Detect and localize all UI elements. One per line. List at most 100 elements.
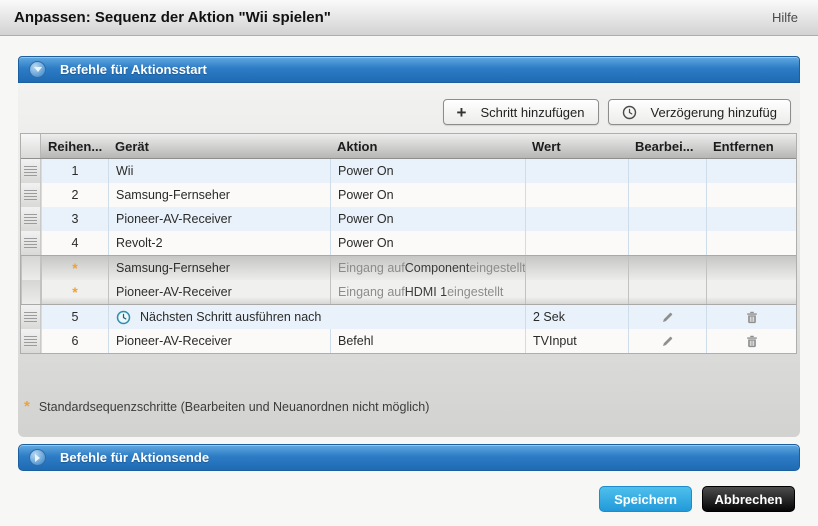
row-order: 4 [41,231,108,255]
action-suffix: eingestellt [447,285,503,299]
dialog-titlebar: Anpassen: Sequenz der Aktion "Wii spiele… [0,0,818,36]
action-prefix: Eingang auf [338,285,405,299]
row-device: Pioneer-AV-Receiver [108,207,330,231]
delete-button[interactable] [745,334,759,349]
chevron-right-icon [35,454,40,462]
section-header-action-start[interactable]: Befehle für Aktionsstart [18,56,800,83]
table-row-locked: * Pioneer-AV-Receiver Eingang auf HDMI 1… [21,280,796,305]
section-header-action-end[interactable]: Befehle für Aktionsende [18,444,800,471]
edit-button[interactable] [660,310,675,325]
column-header-value: Wert [525,134,628,158]
row-device: Pioneer-AV-Receiver [108,280,330,304]
table-row-delay: 5 Nächsten Schritt ausführen nach 2 Sek [21,305,796,329]
row-action: Befehl [330,329,525,353]
row-value [525,183,628,207]
table-row: 1 Wii Power On [21,159,796,183]
section-body: + Schritt hinzufügen Verzögerung hinzufü… [18,83,800,437]
row-action: Power On [330,207,525,231]
table-row-locked: * Samsung-Fernseher Eingang auf Componen… [21,255,796,280]
row-order: 3 [41,207,108,231]
row-value [525,207,628,231]
row-remove-cell [706,207,796,231]
action-suffix: eingestellt [469,261,525,275]
table-row: 4 Revolt-2 Power On [21,231,796,255]
row-order: 6 [41,329,108,353]
cancel-button[interactable]: Abbrechen [702,486,795,512]
row-value: 2 Sek [525,305,628,329]
footnote-text: Standardsequenzschritte (Bearbeiten und … [39,400,430,414]
row-order: 2 [41,183,108,207]
row-edit-cell [628,183,706,207]
row-edit-cell [628,256,706,280]
section-title: Befehle für Aktionsende [60,450,209,465]
row-device: Wii [108,159,330,183]
drag-grip-icon [24,336,37,347]
row-edit-cell [628,305,706,329]
table-row: 2 Samsung-Fernseher Power On [21,183,796,207]
row-edit-cell [628,280,706,304]
sequence-table: Reihen... Gerät Aktion Wert Bearbei... E… [20,133,797,354]
row-remove-cell [706,329,796,353]
expand-toggle-button[interactable] [29,449,46,466]
row-action: Power On [330,231,525,255]
row-remove-cell [706,231,796,255]
row-remove-cell [706,305,796,329]
row-device: Samsung-Fernseher [108,256,330,280]
action-value: HDMI 1 [405,285,447,299]
row-delay-label: Nächsten Schritt ausführen nach [108,305,525,329]
row-value: TVInput [525,329,628,353]
table-row: 6 Pioneer-AV-Receiver Befehl TVInput [21,329,796,353]
clock-icon [116,310,131,325]
drag-handle[interactable] [21,183,41,207]
chevron-down-icon [34,67,42,72]
drag-grip-icon [24,166,37,177]
add-delay-label: Verzögerung hinzufüg [651,105,777,120]
row-edit-cell [628,329,706,353]
column-header-device: Gerät [108,134,330,158]
footnote-star-icon: * [24,399,30,414]
action-value: Component [405,261,470,275]
column-header-remove: Entfernen [706,134,796,158]
row-action: Eingang auf Component eingestellt [330,256,525,280]
drag-grip-icon [24,238,37,249]
drag-handle-disabled [21,256,41,280]
drag-handle[interactable] [21,231,41,255]
dialog-title: Anpassen: Sequenz der Aktion "Wii spiele… [14,9,331,26]
dialog-footer: Speichern Abbrechen [599,486,795,512]
drag-handle[interactable] [21,207,41,231]
drag-handle[interactable] [21,305,41,329]
help-link[interactable]: Hilfe [772,10,798,25]
action-start-panel: Befehle für Aktionsstart + Schritt hinzu… [18,56,800,437]
row-edit-cell [628,231,706,255]
row-action: Power On [330,159,525,183]
column-header-action: Aktion [330,134,525,158]
add-step-button[interactable]: + Schritt hinzufügen [443,99,599,125]
column-header-order: Reihen... [41,134,108,158]
row-value [525,231,628,255]
row-action: Eingang auf HDMI 1 eingestellt [330,280,525,304]
row-device: Revolt-2 [108,231,330,255]
toolbar: + Schritt hinzufügen Verzögerung hinzufü… [18,83,800,133]
edit-button[interactable] [660,334,675,349]
column-header-drag [21,134,41,158]
clock-icon [622,105,637,120]
action-prefix: Eingang auf [338,261,405,275]
star-icon: * [72,261,77,275]
save-button[interactable]: Speichern [599,486,692,512]
drag-handle[interactable] [21,159,41,183]
table-header-row: Reihen... Gerät Aktion Wert Bearbei... E… [21,134,796,159]
row-order: 1 [41,159,108,183]
delay-label-text: Nächsten Schritt ausführen nach [140,310,321,324]
row-order: * [41,280,108,304]
row-remove-cell [706,183,796,207]
row-order: 5 [41,305,108,329]
add-delay-button[interactable]: Verzögerung hinzufüg [608,99,791,125]
drag-grip-icon [24,214,37,225]
collapse-toggle-button[interactable] [29,61,46,78]
drag-handle[interactable] [21,329,41,353]
row-value [525,159,628,183]
footnote: * Standardsequenzschritte (Bearbeiten un… [24,399,429,414]
row-remove-cell [706,256,796,280]
add-step-label: Schritt hinzufügen [480,105,584,120]
delete-button[interactable] [745,310,759,325]
